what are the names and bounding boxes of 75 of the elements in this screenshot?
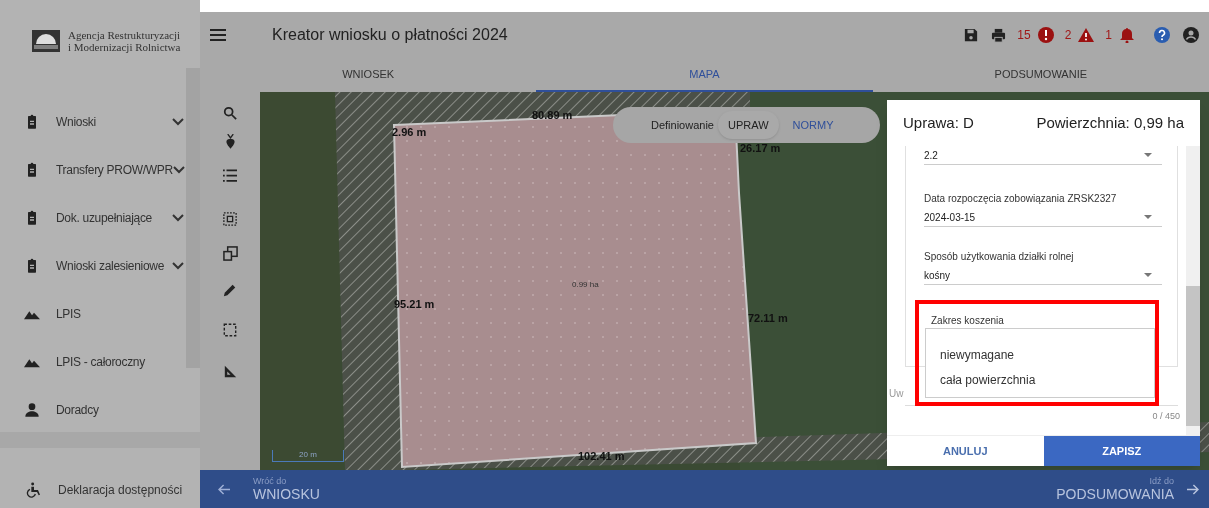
field-label: Data rozpoczęcia zobowiązania ZRSK2327 <box>924 192 1117 206</box>
logo-text: i Modernizacji Rolnictwa <box>68 41 181 53</box>
chevron-down-icon[interactable] <box>172 118 184 126</box>
error-count: 1 <box>1105 27 1112 44</box>
sidebar-item[interactable]: Wnioski zalesieniowe <box>0 242 186 290</box>
save-icon[interactable] <box>964 28 979 42</box>
arrow-right-icon <box>1186 483 1199 495</box>
field-value: 2024-03-15 <box>924 211 976 225</box>
sidebar-item[interactable]: Dok. uzupełniające <box>0 194 186 242</box>
link-caption: Wróć do <box>253 476 288 486</box>
list-icon[interactable] <box>223 169 237 182</box>
field-value: 2.2 <box>924 149 938 163</box>
save-button[interactable]: ZAPISZ <box>1043 436 1200 466</box>
page-title: Kreator wniosku o płatności 2024 <box>272 25 508 45</box>
bell-icon[interactable] <box>1119 27 1135 43</box>
arrow-left-icon <box>218 483 231 495</box>
crop-heading: Uprawa: D <box>903 112 974 133</box>
sidebar-item[interactable]: Wnioski <box>0 98 186 146</box>
link-label: PODSUMOWANIA <box>1056 486 1174 502</box>
error-count: 15 <box>1017 27 1031 44</box>
back-link[interactable]: Wróć do WNIOSKU <box>200 470 320 508</box>
account-icon[interactable] <box>1183 27 1199 43</box>
pencil-icon[interactable] <box>223 283 237 297</box>
sidebar-item[interactable]: Deklaracja dostępności <box>0 478 183 502</box>
dropdown-arrow-icon[interactable] <box>1144 215 1152 219</box>
dropdown-arrow-icon[interactable] <box>1144 153 1152 157</box>
beet-icon[interactable] <box>224 134 236 149</box>
rectangle-icon[interactable] <box>223 323 237 337</box>
measurement-label: 2.96 m <box>392 125 427 140</box>
sidebar-item[interactable]: LPIS <box>0 290 186 338</box>
dropdown-option[interactable]: niewymagane <box>926 343 1154 368</box>
character-counter: 0 / 450 <box>1152 410 1180 423</box>
wheelchair-icon <box>26 482 42 498</box>
select-area-icon[interactable] <box>223 212 237 226</box>
sidebar-item[interactable]: LPIS - całoroczny <box>0 338 186 386</box>
search-icon[interactable] <box>223 106 237 120</box>
mode-toggle[interactable]: UPRAW <box>718 111 779 139</box>
mode-label: Definiowanie <box>651 117 714 133</box>
menu-icon[interactable] <box>210 29 226 41</box>
link-label: WNIOSKU <box>253 486 320 502</box>
notes-label: Uw <box>889 387 904 401</box>
error-count: 2 <box>1064 27 1072 44</box>
link-caption: Idź do <box>1149 476 1174 486</box>
chevron-down-icon[interactable] <box>172 166 185 174</box>
field-label: Sposób użytkowania działki rolnej <box>924 250 1074 264</box>
printer-icon[interactable] <box>991 27 1007 43</box>
chevron-down-icon[interactable] <box>172 214 184 222</box>
measurement-label: 0.99 ha <box>572 279 599 291</box>
select-field[interactable]: Data rozpoczęcia zobowiązania ZRSK2327 2024-03-15 <box>924 191 1162 227</box>
field-value: kośny <box>924 269 951 283</box>
help-icon[interactable] <box>1154 27 1170 43</box>
area-heading: Powierzchnia: 0,99 ha <box>1036 112 1184 133</box>
dropdown-option[interactable]: cała powierzchnia <box>926 368 1154 393</box>
sidebar-item[interactable]: Transfery PROW/WPR <box>0 146 186 194</box>
logo-icon <box>32 30 60 52</box>
next-link[interactable]: Idź do PODSUMOWANIA <box>1056 470 1209 508</box>
scale-bar: 20 m <box>272 450 344 462</box>
select-field[interactable]: 2.2 <box>924 146 1162 165</box>
logo-text: Agencja Restrukturyzacji <box>68 29 181 41</box>
ruler-triangle-icon[interactable] <box>223 365 237 378</box>
cancel-button[interactable]: ANULUJ <box>887 436 1044 466</box>
mode-toggle[interactable]: NORMY <box>782 111 844 139</box>
select-field[interactable]: Sposób użytkowania działki rolnej kośny <box>924 249 1162 285</box>
warning-icon[interactable] <box>1078 27 1095 43</box>
sidebar-item[interactable]: Doradcy <box>0 386 186 434</box>
tab[interactable]: WNIOSEK <box>200 58 537 92</box>
dropdown-arrow-icon[interactable] <box>1144 273 1152 277</box>
alert-circle-icon[interactable] <box>1037 27 1054 43</box>
copy-icon[interactable] <box>222 246 238 261</box>
measurement-label: 26.17 m <box>740 141 781 156</box>
field-label: Zakres koszenia <box>931 314 1004 328</box>
measurement-label: 72.11 m <box>748 311 788 326</box>
person-icon <box>24 402 40 418</box>
chevron-down-icon[interactable] <box>172 262 184 270</box>
tab[interactable]: PODSUMOWANIE <box>872 58 1209 92</box>
